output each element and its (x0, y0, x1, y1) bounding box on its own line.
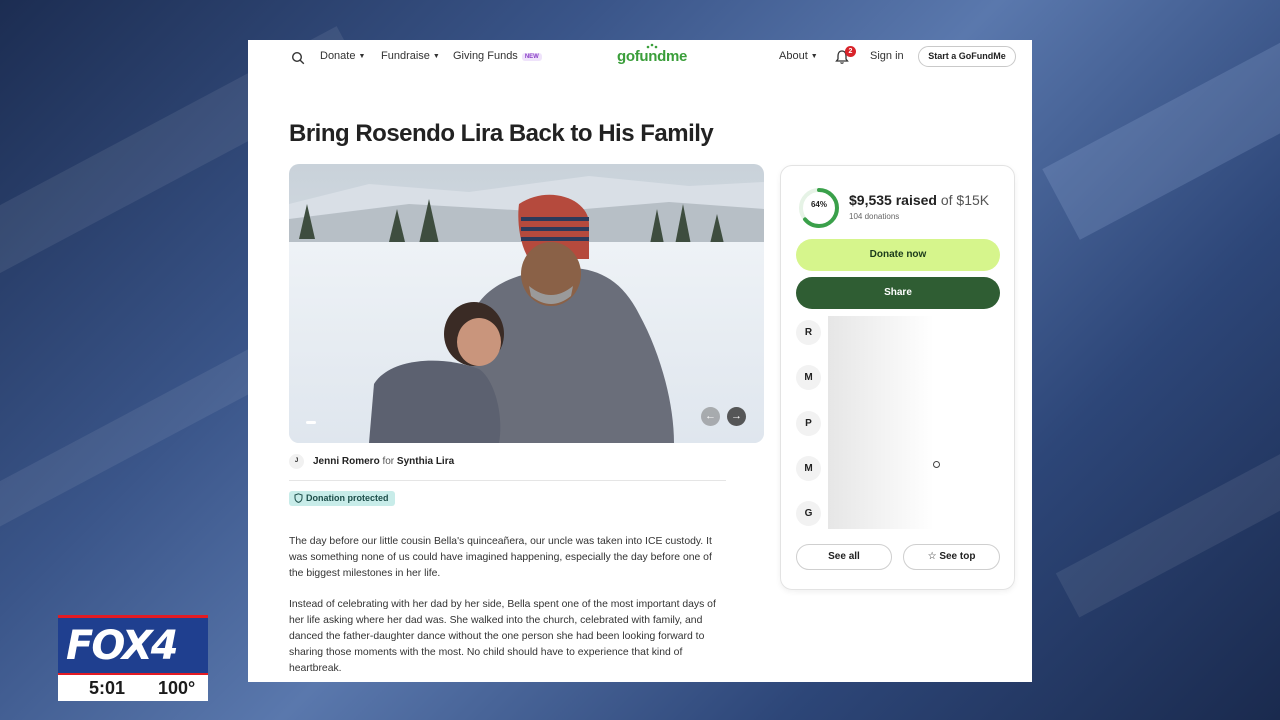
nav-about-label: About (779, 50, 808, 62)
organizer-avatar: J (289, 454, 304, 469)
caret-down-icon: ▼ (432, 53, 440, 60)
shield-icon (294, 493, 303, 503)
top-nav: Donate ▼ Fundraise ▼ Giving Funds NEW gofun… (248, 40, 1032, 74)
campaign-title: Bring Rosendo Lira Back to His Family (289, 120, 714, 147)
beneficiary-name[interactable]: Synthia Lira (397, 456, 454, 467)
story-paragraph: The day before our little cousin Bella's… (289, 536, 712, 579)
campaign-photo[interactable] (289, 164, 764, 443)
progress-percent: 64% (810, 200, 827, 209)
nav-fundraise[interactable]: Fundraise ▼ (381, 50, 440, 62)
donor-avatar: R (796, 320, 821, 345)
story-paragraph: Instead of celebrating with her dad by h… (289, 599, 716, 674)
donation-protected-label: Donation protected (306, 493, 389, 503)
see-top-button[interactable]: ☆ See top (903, 544, 1000, 570)
for-label: for (382, 456, 395, 468)
donor-avatar: G (796, 501, 821, 526)
notification-count-badge: 2 (845, 46, 856, 57)
photo-prev-button[interactable]: ← (701, 407, 720, 426)
nav-giving-funds-label: Giving Funds (453, 50, 518, 62)
see-top-label: See top (939, 551, 976, 562)
background-stripe (0, 337, 289, 543)
cursor-indicator (933, 461, 940, 468)
raised-amount: $9,535 raised (849, 192, 937, 208)
station-logo-panel: FOX4 (58, 615, 208, 673)
nav-donate[interactable]: Donate ▼ (320, 50, 365, 62)
photo-indicator (306, 421, 316, 424)
sign-in-link[interactable]: Sign in (870, 50, 904, 62)
broadcast-time: 5:01 (89, 678, 126, 698)
organizer-line: J Jenni Romero for Synthia Lira (289, 454, 454, 470)
station-logo: FOX4 (66, 623, 179, 669)
caret-down-icon: ▼ (358, 53, 366, 60)
station-bug: FOX4 5:01 100° (58, 615, 208, 701)
nav-fundraise-label: Fundraise (381, 50, 430, 62)
donate-now-button[interactable]: Donate now (796, 239, 1000, 271)
amount-raised: $9,535 raised of $15K (849, 192, 989, 208)
organizer-name[interactable]: Jenni Romero (313, 456, 380, 467)
donation-count: 104 donations (849, 212, 900, 221)
see-all-button[interactable]: See all (796, 544, 892, 570)
divider (289, 480, 726, 481)
nav-giving-funds[interactable]: Giving Funds NEW (453, 50, 542, 62)
goal-amount: of $15K (940, 192, 990, 208)
blurred-donor-list (828, 316, 934, 529)
nav-donate-label: Donate (320, 50, 356, 62)
search-icon[interactable] (291, 51, 305, 65)
new-badge: NEW (521, 53, 542, 61)
gofundme-page: Donate ▼ Fundraise ▼ Giving Funds NEW gofun… (248, 40, 1032, 682)
star-icon: ☆ (927, 551, 937, 562)
start-gofundme-button[interactable]: Start a GoFundMe (918, 46, 1016, 67)
share-button[interactable]: Share (796, 277, 1000, 309)
donation-protected-badge[interactable]: Donation protected (289, 491, 395, 506)
caret-down-icon: ▼ (810, 53, 818, 60)
photo-next-button[interactable]: → (727, 407, 746, 426)
background-stripe (1042, 0, 1280, 240)
gofundme-logo[interactable]: gofundme (617, 48, 687, 65)
broadcast-temperature: 100° (158, 678, 196, 698)
donor-avatar: M (796, 365, 821, 390)
donor-avatar: P (796, 411, 821, 436)
campaign-photo-illustration (289, 164, 764, 443)
donation-card: 64% $9,535 raised of $15K 104 donations … (780, 165, 1015, 590)
background-stripe (1055, 432, 1280, 618)
nav-about[interactable]: About ▼ (779, 50, 818, 62)
donor-avatar: M (796, 456, 821, 481)
time-temp-panel: 5:01 100° (58, 673, 208, 701)
